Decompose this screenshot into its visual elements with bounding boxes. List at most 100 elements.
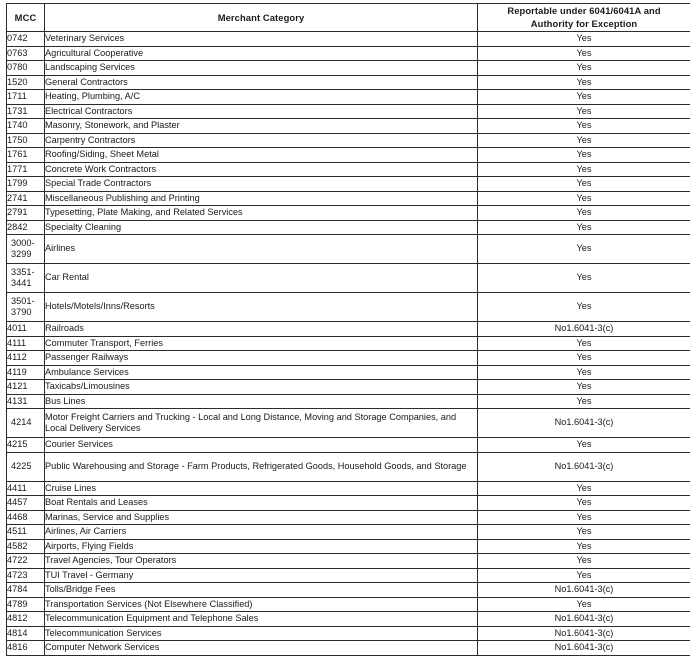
table-row: 4131 Bus Lines Yes (6, 393, 690, 409)
table-row: 1520 General Contractors Yes (6, 74, 690, 90)
cell-reportable: Yes (477, 350, 690, 366)
cell-reportable: Yes (477, 393, 690, 409)
cell-reportable: No1.6041-3(c) (477, 640, 690, 656)
cell-mcc: 1771 (6, 161, 45, 177)
cell-merchant-category: Travel Agencies, Tour Operators (44, 553, 478, 569)
table-row: 4784 Tolls/Bridge Fees No1.6041-3(c) (6, 582, 690, 598)
column-header-mcc: MCC (6, 3, 45, 32)
table-row: 1771 Concrete Work Contractors Yes (6, 161, 690, 177)
document-page: MCC Merchant Category Reportable under 6… (0, 0, 700, 656)
cell-merchant-category: Public Warehousing and Storage - Farm Pr… (44, 451, 478, 482)
cell-mcc: 4722 (6, 553, 45, 569)
table-row: 4111 Commuter Transport, Ferries Yes (6, 335, 690, 351)
cell-mcc: 3501- 3790 (6, 292, 45, 322)
cell-mcc: 0742 (6, 31, 45, 47)
cell-reportable: Yes (477, 103, 690, 119)
cell-merchant-category: Heating, Plumbing, A/C (44, 89, 478, 105)
cell-reportable: No1.6041-3(c) (477, 451, 690, 482)
cell-merchant-category: Railroads (44, 321, 478, 337)
cell-mcc: 4789 (6, 596, 45, 612)
table-header: MCC Merchant Category Reportable under 6… (6, 3, 690, 32)
cell-mcc: 4011 (6, 321, 45, 337)
cell-reportable: Yes (477, 364, 690, 380)
cell-reportable: Yes (477, 495, 690, 511)
cell-reportable: Yes (477, 480, 690, 496)
table-row: 4119 Ambulance Services Yes (6, 364, 690, 380)
cell-merchant-category: Airports, Flying Fields (44, 538, 478, 554)
table-row: 4812 Telecommunication Equipment and Tele… (6, 611, 690, 627)
cell-reportable: Yes (477, 234, 690, 264)
cell-merchant-category: Veterinary Services (44, 31, 478, 47)
table-row: 4225 Public Warehousing and Storage - Far… (6, 451, 690, 482)
table-row: 4814 Telecommunication Services No1.6041-3… (6, 625, 690, 641)
cell-merchant-category: Courier Services (44, 437, 478, 453)
table-body: 0742 Veterinary Services Yes 0763 Agricultur… (6, 31, 690, 656)
cell-mcc: 4582 (6, 538, 45, 554)
cell-mcc: 4214 (6, 408, 45, 438)
table-row: 4582 Airports, Flying Fields Yes (6, 538, 690, 554)
cell-mcc: 4511 (6, 524, 45, 540)
mcc-range-end: 3441 (11, 278, 32, 288)
table-row: 1740 Masonry, Stonework, and Plaster Yes (6, 118, 690, 134)
table-row: 4214 Motor Freight Carriers and Trucking … (6, 408, 690, 438)
cell-reportable: Yes (477, 509, 690, 525)
cell-reportable: No1.6041-3(c) (477, 321, 690, 337)
cell-merchant-category: Typesetting, Plate Making, and Related S… (44, 205, 478, 221)
table-row: 3000- 3299 Airlines Yes (6, 234, 690, 264)
cell-merchant-category: Electrical Contractors (44, 103, 478, 119)
cell-mcc: 4225 (6, 451, 45, 482)
table-row: 4789 Transportation Services (Not Elsewhe… (6, 596, 690, 612)
cell-reportable: Yes (477, 437, 690, 453)
table-row: 4011 Railroads No1.6041-3(c) (6, 321, 690, 337)
cell-merchant-category: Airlines (44, 234, 478, 264)
column-header-reportable: Reportable under 6041/6041A and Authorit… (477, 3, 690, 32)
cell-merchant-category: Passenger Railways (44, 350, 478, 366)
cell-reportable: No1.6041-3(c) (477, 582, 690, 598)
cell-reportable: No1.6041-3(c) (477, 611, 690, 627)
cell-merchant-category: Carpentry Contractors (44, 132, 478, 148)
table-row: 4468 Marinas, Service and Supplies Yes (6, 509, 690, 525)
cell-mcc: 1740 (6, 118, 45, 134)
cell-reportable: Yes (477, 118, 690, 134)
cell-mcc: 4119 (6, 364, 45, 380)
cell-reportable: Yes (477, 335, 690, 351)
cell-mcc: 2741 (6, 190, 45, 206)
cell-mcc: 4121 (6, 379, 45, 395)
cell-reportable: Yes (477, 292, 690, 322)
cell-merchant-category: General Contractors (44, 74, 478, 90)
table-row: 2741 Miscellaneous Publishing and Printin… (6, 190, 690, 206)
cell-merchant-category: Car Rental (44, 263, 478, 293)
cell-merchant-category: Tolls/Bridge Fees (44, 582, 478, 598)
cell-merchant-category: Transportation Services (Not Elsewhere C… (44, 596, 478, 612)
cell-mcc: 4111 (6, 335, 45, 351)
table-row: 3501- 3790 Hotels/Motels/Inns/Resorts Yes (6, 292, 690, 322)
cell-merchant-category: Motor Freight Carriers and Trucking - Lo… (44, 408, 478, 438)
table-row: 4457 Boat Rentals and Leases Yes (6, 495, 690, 511)
cell-reportable: Yes (477, 31, 690, 47)
table-row: 2791 Typesetting, Plate Making, and Relat… (6, 205, 690, 221)
table-row: 4722 Travel Agencies, Tour Operators Yes (6, 553, 690, 569)
mcc-range-end: 3790 (11, 307, 32, 317)
cell-mcc: 4812 (6, 611, 45, 627)
table-row: 1761 Roofing/Siding, Sheet Metal Yes (6, 147, 690, 163)
cell-merchant-category: Bus Lines (44, 393, 478, 409)
cell-reportable: Yes (477, 596, 690, 612)
cell-mcc: 4131 (6, 393, 45, 409)
table-row: 1731 Electrical Contractors Yes (6, 103, 690, 119)
cell-reportable: Yes (477, 205, 690, 221)
cell-mcc: 1731 (6, 103, 45, 119)
cell-mcc: 3351- 3441 (6, 263, 45, 293)
column-header-reportable-line1: Reportable under 6041/6041A and (507, 5, 661, 17)
cell-reportable: Yes (477, 219, 690, 235)
cell-reportable: Yes (477, 161, 690, 177)
cell-reportable: Yes (477, 263, 690, 293)
cell-mcc: 4816 (6, 640, 45, 656)
table-row: 4112 Passenger Railways Yes (6, 350, 690, 366)
cell-mcc: 4411 (6, 480, 45, 496)
table-header-row: MCC Merchant Category Reportable under 6… (6, 3, 690, 32)
table-row: 0742 Veterinary Services Yes (6, 31, 690, 47)
table-row: 2842 Specialty Cleaning Yes (6, 219, 690, 235)
mcc-range-start: 3351- (11, 266, 35, 277)
cell-merchant-category: Ambulance Services (44, 364, 478, 380)
cell-mcc: 0763 (6, 45, 45, 61)
